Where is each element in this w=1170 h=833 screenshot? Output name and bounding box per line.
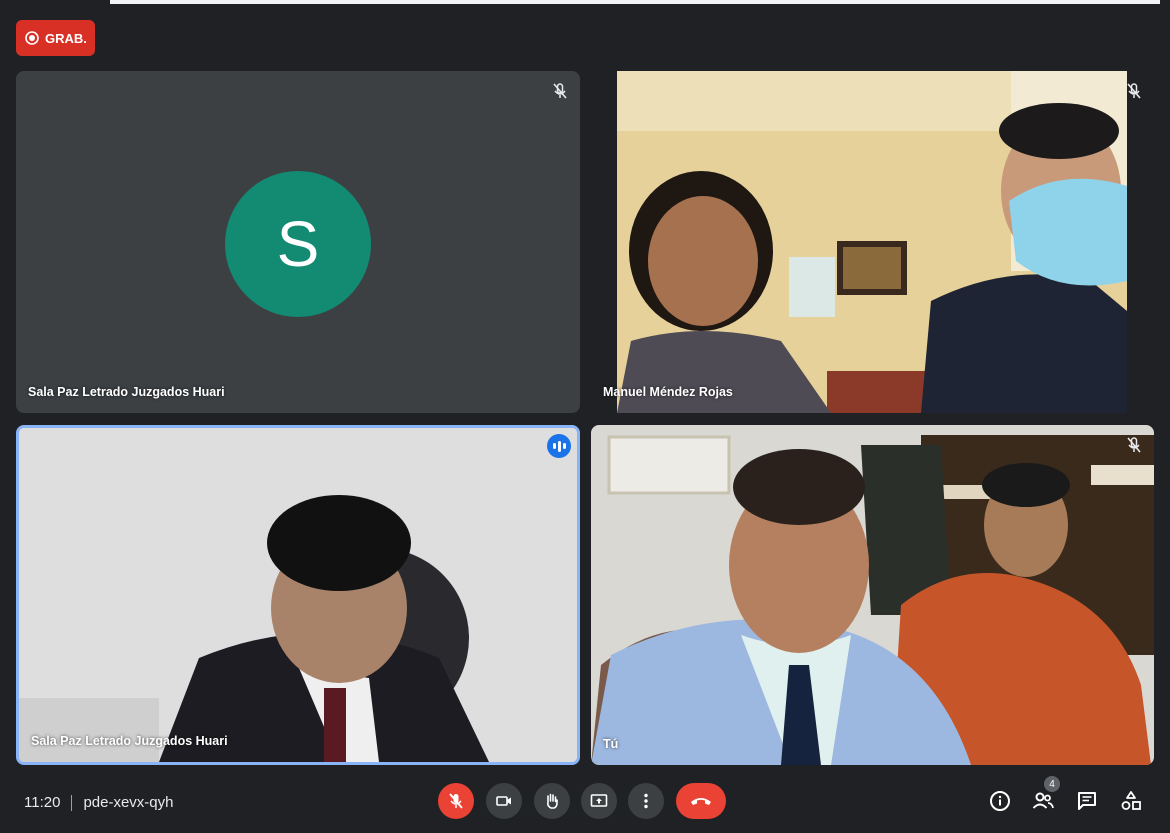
people-icon — [1032, 792, 1054, 809]
more-vert-icon — [644, 793, 648, 809]
chat-icon — [1078, 792, 1096, 810]
leave-call-button[interactable] — [676, 783, 726, 819]
video-feed — [591, 71, 1154, 413]
participant-name: Tú — [603, 737, 619, 751]
chat-button[interactable] — [1075, 789, 1099, 813]
mic-off-icon — [449, 793, 463, 809]
video-feed — [591, 425, 1154, 765]
participant-name: Manuel Méndez Rojas — [603, 385, 733, 399]
participant-name: Sala Paz Letrado Juzgados Huari — [31, 734, 228, 748]
more-options-button[interactable] — [628, 783, 664, 819]
activities-button[interactable] — [1119, 789, 1143, 813]
activities-icon — [1121, 791, 1141, 810]
top-strip — [0, 0, 1170, 6]
participant-name: Sala Paz Letrado Juzgados Huari — [28, 385, 225, 399]
participant-tile-2[interactable]: Manuel Méndez Rojas — [591, 71, 1154, 413]
divider — [71, 794, 73, 811]
recording-badge[interactable]: GRAB. — [16, 20, 95, 56]
participant-tile-self[interactable]: Tú — [591, 425, 1154, 765]
videocam-icon — [496, 796, 511, 806]
record-icon — [25, 31, 39, 45]
present-screen-button[interactable] — [581, 783, 617, 819]
present-screen-icon — [590, 794, 608, 807]
meeting-info-button[interactable] — [988, 789, 1012, 813]
participant-tile-1[interactable]: S Sala Paz Letrado Juzgados Huari — [16, 71, 580, 413]
avatar: S — [225, 171, 371, 317]
raise-hand-button[interactable] — [534, 783, 570, 819]
mic-off-icon — [1127, 437, 1141, 453]
info-icon — [990, 791, 1010, 811]
video-feed — [19, 428, 577, 762]
people-button[interactable] — [1031, 789, 1055, 813]
meeting-details: 11:20 pde-xevx-qyh — [24, 794, 173, 811]
mic-off-icon — [1127, 83, 1141, 99]
camera-toggle-button[interactable] — [486, 783, 522, 819]
meeting-code[interactable]: pde-xevx-qyh — [83, 794, 173, 811]
call-end-icon — [691, 798, 711, 805]
hand-icon — [547, 793, 558, 809]
bottom-control-bar: 11:20 pde-xevx-qyh 4 — [0, 772, 1170, 833]
mic-off-icon — [553, 83, 567, 99]
recording-label: GRAB. — [45, 30, 87, 46]
participant-tile-3[interactable]: Sala Paz Letrado Juzgados Huari — [16, 425, 580, 765]
meeting-time: 11:20 — [24, 794, 61, 811]
microphone-toggle-button[interactable] — [438, 783, 474, 819]
speaking-indicator-icon — [547, 434, 571, 458]
